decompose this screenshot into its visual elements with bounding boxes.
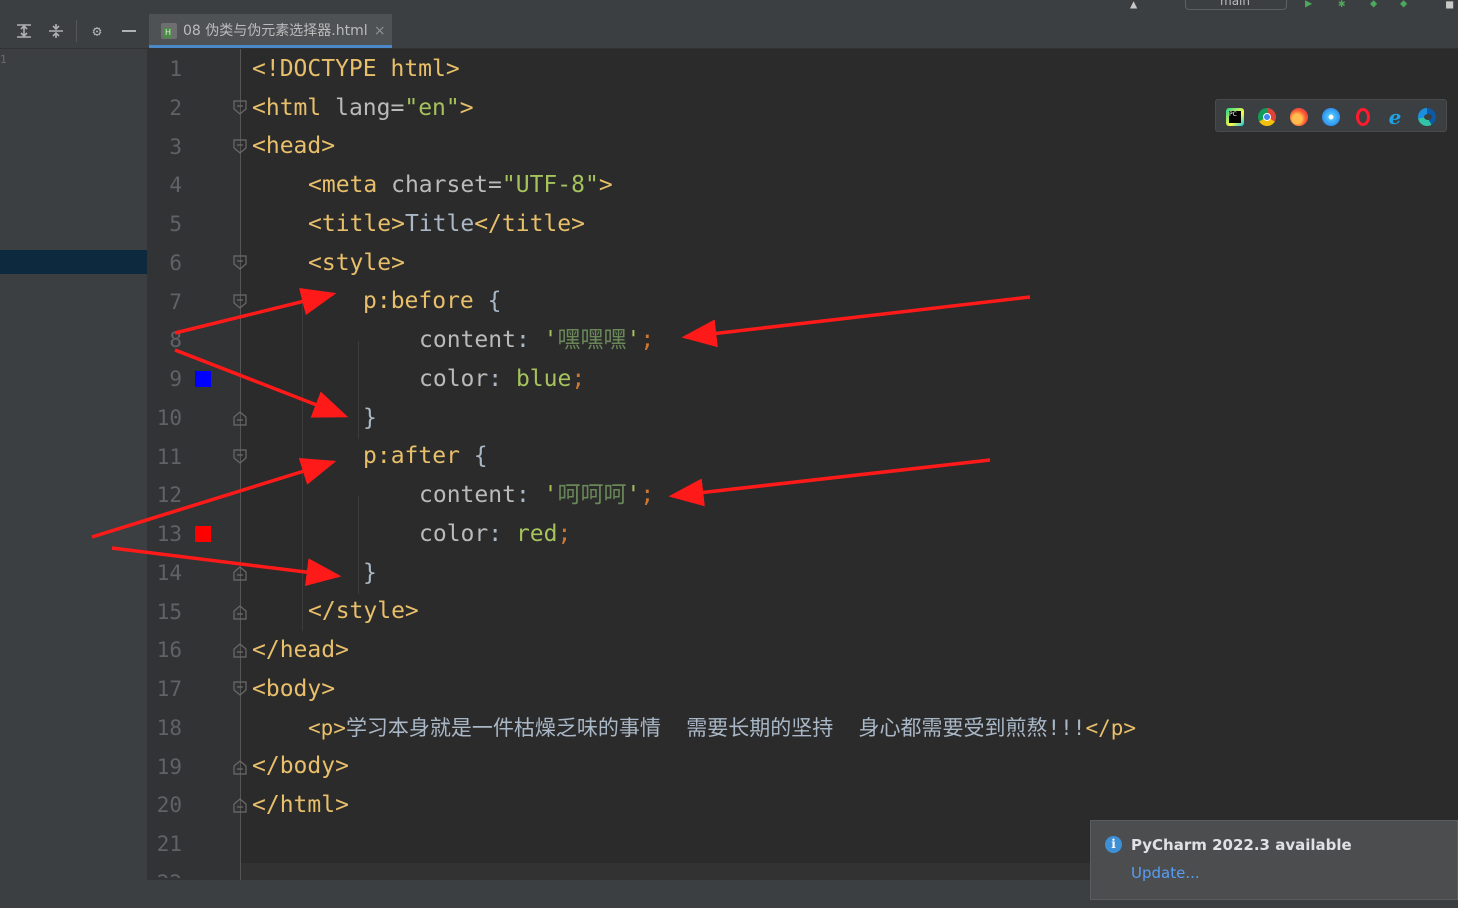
arrow-to-before-close [174,348,349,418]
annotation-arrows [91,287,1031,587]
arrow-to-after-close [111,546,342,587]
arrow-to-before-content [681,295,1031,348]
arrow-to-after-selector [91,457,337,539]
arrow-to-after-content [668,458,991,507]
arrow-to-before-selector [174,287,337,335]
